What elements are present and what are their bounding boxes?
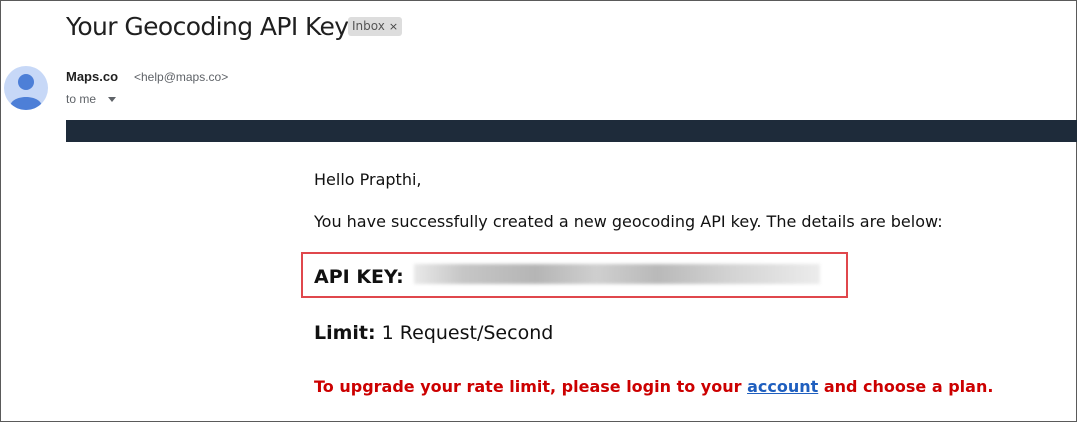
person-icon xyxy=(10,74,42,110)
api-key-label: API KEY: xyxy=(314,266,404,288)
email-subject: Your Geocoding API Key xyxy=(66,12,349,41)
limit-label: Limit: xyxy=(314,322,376,344)
intro-text: You have successfully created a new geoc… xyxy=(314,212,943,231)
upgrade-text-end: and choose a plan. xyxy=(818,377,994,396)
chevron-down-icon[interactable] xyxy=(108,97,116,102)
inbox-label-chip[interactable]: Inbox × xyxy=(348,17,403,36)
sender-email: <help@maps.co> xyxy=(134,70,229,84)
upgrade-notice: To upgrade your rate limit, please login… xyxy=(314,377,993,396)
email-header-banner xyxy=(66,120,1077,142)
recipient-details[interactable]: to me xyxy=(66,92,96,106)
sender-name: Maps.co xyxy=(66,69,119,84)
account-link[interactable]: account xyxy=(747,377,818,396)
inbox-label-text: Inbox xyxy=(352,19,385,33)
greeting-text: Hello Prapthi, xyxy=(314,170,422,189)
limit-value: 1 Request/Second xyxy=(375,322,554,344)
api-key-redacted-value xyxy=(414,264,820,284)
upgrade-text-start: To upgrade your rate limit, please login… xyxy=(314,377,748,396)
remove-label-icon[interactable]: × xyxy=(389,20,398,33)
limit-line: Limit: 1 Request/Second xyxy=(314,322,553,344)
email-frame xyxy=(0,0,1077,422)
sender-avatar[interactable] xyxy=(4,66,48,110)
